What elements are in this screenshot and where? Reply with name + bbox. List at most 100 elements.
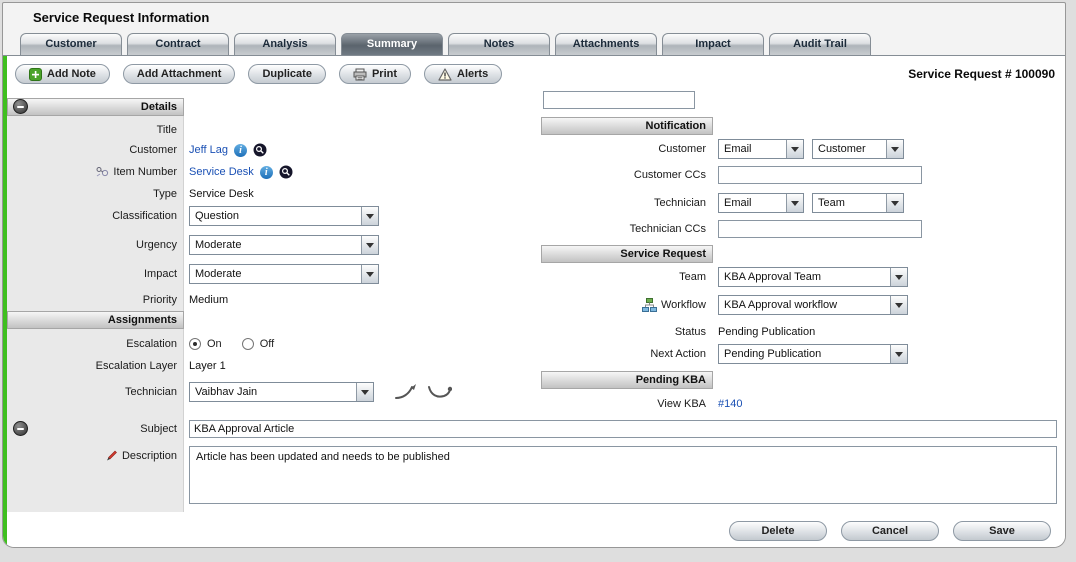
classification-row: Classification Question	[7, 206, 379, 226]
tab-audit-trail[interactable]: Audit Trail	[769, 33, 871, 55]
technician-recipient-dropdown-arrow-icon	[886, 194, 903, 212]
description-label: Description	[122, 450, 177, 462]
customer-ccs-label: Customer CCs	[539, 169, 713, 181]
workflow-value: KBA Approval workflow	[719, 296, 890, 314]
customer-notify-method-select[interactable]: Email	[718, 139, 804, 159]
print-icon	[353, 68, 367, 81]
next-action-dropdown-arrow-icon	[890, 345, 907, 363]
pending-kba-section-header: Pending KBA	[541, 371, 713, 389]
tab-attachments[interactable]: Attachments	[555, 33, 657, 55]
escalate-icon[interactable]	[394, 383, 420, 401]
pending-kba-header-label: Pending KBA	[636, 374, 706, 386]
add-attachment-button[interactable]: Add Attachment	[123, 64, 236, 84]
customer-row: Customer Jeff Lag i	[7, 140, 267, 160]
workflow-select[interactable]: KBA Approval workflow	[718, 295, 908, 315]
type-value: Service Desk	[189, 188, 254, 200]
escalation-on-label: On	[207, 338, 222, 350]
print-button[interactable]: Print	[339, 64, 411, 84]
subject-input[interactable]	[189, 420, 1057, 438]
status-row: Status Pending Publication	[539, 322, 815, 342]
item-search-icon[interactable]	[279, 165, 293, 179]
details-header-label: Details	[141, 101, 177, 113]
alerts-label: Alerts	[457, 68, 488, 80]
tab-notes[interactable]: Notes	[448, 33, 550, 55]
workflow-map-icon[interactable]	[642, 298, 657, 312]
add-note-label: Add Note	[47, 68, 96, 80]
service-request-header-label: Service Request	[620, 248, 706, 260]
technician-notify-recipient-value: Team	[813, 194, 886, 212]
team-dropdown-arrow-icon	[890, 268, 907, 286]
red-pen-icon	[104, 449, 118, 462]
technician-row: Technician Vaibhav Jain	[7, 382, 452, 402]
customer-notify-recipient-select[interactable]: Customer	[812, 139, 904, 159]
add-note-button[interactable]: Add Note	[15, 64, 110, 84]
tab-customer[interactable]: Customer	[20, 33, 122, 55]
description-label-cell: Description	[7, 446, 184, 462]
customer-label: Customer	[7, 144, 184, 156]
team-select[interactable]: KBA Approval Team	[718, 267, 908, 287]
tab-impact[interactable]: Impact	[662, 33, 764, 55]
duplicate-button[interactable]: Duplicate	[248, 64, 326, 84]
escalation-off-radio[interactable]	[242, 338, 254, 350]
customer-notify-recipient-value: Customer	[813, 140, 886, 158]
deescalate-icon[interactable]	[426, 383, 452, 401]
technician-ccs-input[interactable]	[718, 220, 922, 238]
item-number-link[interactable]: Service Desk	[189, 166, 254, 178]
action-button-bar: Delete Cancel Save	[3, 514, 1065, 546]
content-area: Add Note Add Attachment Duplicate Print …	[3, 55, 1065, 547]
toolbar: Add Note Add Attachment Duplicate Print …	[3, 56, 1065, 90]
technician-notify-method-select[interactable]: Email	[718, 193, 804, 213]
cancel-button[interactable]: Cancel	[841, 521, 939, 541]
page-title: Service Request Information	[3, 3, 1065, 31]
escalation-layer-row: Escalation Layer Layer 1	[7, 356, 226, 376]
collapse-details-button[interactable]	[13, 99, 28, 114]
urgency-value: Moderate	[190, 236, 361, 254]
next-action-select[interactable]: Pending Publication	[718, 344, 908, 364]
details-section-header: Details	[7, 98, 184, 116]
item-relationship-icon	[96, 166, 109, 178]
escalation-layer-label: Escalation Layer	[7, 360, 184, 372]
customer-ccs-input[interactable]	[718, 166, 922, 184]
escalation-label: Escalation	[7, 338, 184, 350]
save-button[interactable]: Save	[953, 521, 1051, 541]
impact-select[interactable]: Moderate	[189, 264, 379, 284]
item-number-label-cell: Item Number	[7, 166, 184, 178]
tab-bar: Customer Contract Analysis Summary Notes…	[3, 31, 1065, 55]
escalation-layer-value: Layer 1	[189, 360, 226, 372]
escalation-on-radio[interactable]	[189, 338, 201, 350]
item-info-icon[interactable]: i	[260, 166, 273, 179]
view-kba-link[interactable]: #140	[718, 398, 742, 410]
team-row: Team KBA Approval Team	[539, 267, 908, 287]
impact-row: Impact Moderate	[7, 264, 379, 284]
customer-recipient-dropdown-arrow-icon	[886, 140, 903, 158]
status-label: Status	[539, 326, 713, 338]
urgency-select[interactable]: Moderate	[189, 235, 379, 255]
technician-label: Technician	[7, 386, 184, 398]
technician-notify-recipient-select[interactable]: Team	[812, 193, 904, 213]
workflow-row: Workflow KBA Approval workflow	[539, 295, 908, 315]
tab-summary[interactable]: Summary	[341, 33, 443, 55]
customer-link[interactable]: Jeff Lag	[189, 144, 228, 156]
tab-analysis[interactable]: Analysis	[234, 33, 336, 55]
type-row: Type Service Desk	[7, 184, 254, 204]
request-number: Service Request # 100090	[908, 67, 1057, 81]
description-textarea[interactable]: Article has been updated and needs to be…	[189, 446, 1057, 504]
classification-select[interactable]: Question	[189, 206, 379, 226]
customer-search-icon[interactable]	[253, 143, 267, 157]
escalation-off-label: Off	[260, 338, 274, 350]
technician-select[interactable]: Vaibhav Jain	[189, 382, 374, 402]
technician-ccs-row: Technician CCs	[539, 219, 922, 239]
technician-dropdown-arrow-icon	[356, 383, 373, 401]
customer-notify-method-value: Email	[719, 140, 786, 158]
unlabeled-text-input[interactable]	[543, 91, 695, 109]
tab-contract[interactable]: Contract	[127, 33, 229, 55]
alerts-button[interactable]: Alerts	[424, 64, 502, 84]
notify-technician-label: Technician	[539, 197, 713, 209]
notify-technician-row: Technician Email Team	[539, 193, 904, 213]
customer-method-dropdown-arrow-icon	[786, 140, 803, 158]
delete-button[interactable]: Delete	[729, 521, 827, 541]
customer-info-icon[interactable]: i	[234, 144, 247, 157]
add-note-icon	[29, 68, 42, 81]
alert-triangle-icon	[438, 68, 452, 81]
impact-dropdown-arrow-icon	[361, 265, 378, 283]
